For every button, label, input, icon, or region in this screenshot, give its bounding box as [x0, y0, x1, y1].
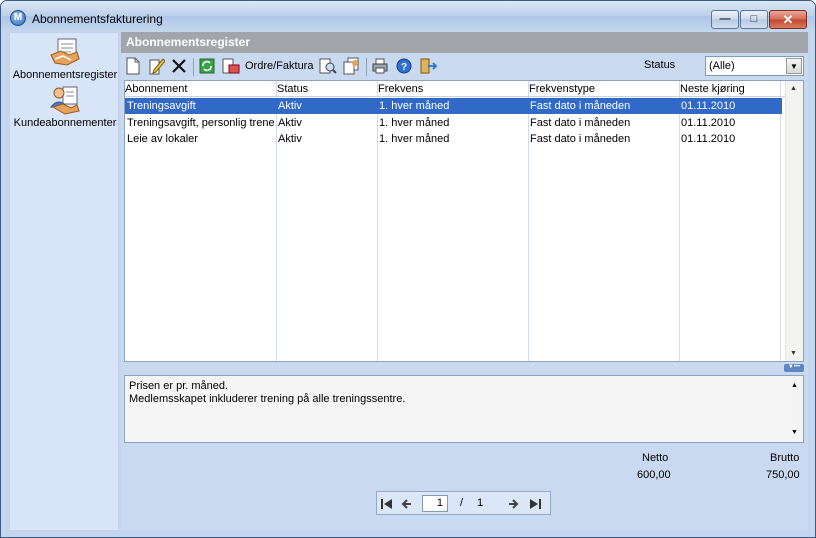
cell-frekvenstype: Fast dato i måneden	[530, 100, 631, 112]
toolbar-separator	[193, 58, 194, 76]
column-header-neste-kjoring[interactable]: Neste kjøring	[680, 83, 745, 95]
edit-icon	[149, 58, 165, 75]
page-total: 1	[477, 497, 484, 509]
grid-header: Abonnement Status Frekvens Frekvenstype …	[125, 81, 786, 97]
sidebar-item-label: Abonnementsregister	[12, 69, 118, 81]
scroll-down-icon[interactable]: ▼	[790, 350, 797, 357]
toolbar: Ordre/Faktura ? Status (Alle) ▼	[121, 54, 808, 79]
cell-abonnement: Treningsavgift, personlig trener	[127, 117, 275, 129]
exit-door-icon	[420, 58, 437, 74]
toolbar-separator	[366, 58, 367, 76]
page-number-input[interactable]: 1	[422, 495, 448, 512]
close-icon: ✕	[782, 12, 794, 27]
status-filter-label: Status	[644, 59, 676, 71]
edit-button[interactable]	[149, 57, 165, 77]
subscription-grid: Abonnement Status Frekvens Frekvenstype …	[124, 80, 804, 362]
status-filter-select[interactable]: (Alle) ▼	[705, 56, 804, 76]
cell-abonnement: Treningsavgift	[127, 100, 196, 112]
app-logo-icon: M	[10, 10, 26, 26]
delete-icon	[172, 59, 186, 73]
last-page-icon	[530, 499, 541, 509]
cell-status: Aktiv	[278, 133, 302, 145]
previous-page-icon	[401, 499, 411, 509]
title-bar[interactable]: M Abonnementsfakturering — □ ✕	[1, 1, 815, 31]
svg-text:?: ?	[401, 62, 407, 73]
preview-icon	[319, 58, 337, 74]
grid-scrollbar[interactable]: ▲ ▼	[785, 81, 803, 361]
help-button[interactable]: ?	[396, 57, 412, 77]
app-window: M Abonnementsfakturering — □ ✕ Abonnemen…	[0, 0, 816, 538]
notes-line: Prisen er pr. måned.	[129, 380, 229, 392]
brutto-label: Brutto	[770, 452, 800, 464]
column-header-abonnement[interactable]: Abonnement	[125, 83, 187, 95]
brutto-value: 750,00	[766, 469, 800, 481]
print-button[interactable]	[372, 57, 388, 77]
close-button[interactable]: ✕	[769, 10, 807, 29]
previous-page-button[interactable]	[399, 496, 415, 512]
notes-box[interactable]: Prisen er pr. måned. Medlemsskapet inklu…	[124, 375, 804, 443]
cell-frekvenstype: Fast dato i måneden	[530, 133, 631, 145]
cell-status: Aktiv	[278, 117, 302, 129]
main-panel: Abonnementsregister Ordre/Faktura ? Stat…	[121, 32, 808, 531]
cell-abonnement: Leie av lokaler	[127, 133, 198, 145]
cell-frekvens: 1. hver måned	[379, 100, 450, 112]
scroll-down-icon[interactable]: ▼	[791, 426, 798, 439]
scroll-up-icon[interactable]: ▲	[790, 85, 797, 92]
first-page-button[interactable]	[379, 496, 395, 512]
splitter-handle[interactable]: ▼•••	[784, 364, 804, 372]
maximize-icon: □	[750, 13, 758, 25]
cell-frekvens: 1. hver måned	[379, 133, 450, 145]
pager: 1 / 1	[376, 491, 551, 515]
cell-neste-kjoring: 01.11.2010	[681, 100, 736, 112]
first-page-icon	[381, 499, 392, 509]
help-icon: ?	[396, 58, 412, 74]
new-button[interactable]	[125, 57, 141, 77]
table-row[interactable]: Treningsavgift, personlig trener Aktiv 1…	[125, 115, 782, 131]
scroll-up-icon[interactable]: ▲	[791, 379, 798, 392]
chevron-down-icon[interactable]: ▼	[786, 58, 802, 74]
refresh-icon	[199, 58, 215, 74]
delete-button[interactable]	[171, 57, 187, 77]
notes-line: Medlemsskapet inkluderer trening på alle…	[129, 393, 406, 405]
column-header-frekvens[interactable]: Frekvens	[378, 83, 423, 95]
minimize-icon: —	[719, 13, 731, 25]
status-filter-value: (Alle)	[709, 60, 735, 72]
sidebar: Abonnementsregister Kundeabonnementer	[9, 32, 119, 531]
netto-label: Netto	[642, 452, 669, 464]
sidebar-item-label: Kundeabonnementer	[13, 117, 117, 129]
next-page-button[interactable]	[505, 496, 521, 512]
page-separator: /	[460, 497, 464, 509]
window-title: Abonnementsfakturering	[32, 12, 163, 26]
next-page-icon	[509, 499, 519, 509]
print-icon	[372, 58, 388, 74]
new-document-icon	[126, 57, 140, 75]
exit-button[interactable]	[419, 57, 437, 77]
refresh-button[interactable]	[199, 57, 215, 77]
customer-subscriptions-icon	[49, 86, 80, 115]
column-header-frekvenstype[interactable]: Frekvenstype	[529, 83, 595, 95]
last-page-button[interactable]	[527, 496, 543, 512]
order-invoice-icon-button[interactable]	[222, 57, 240, 77]
sidebar-item-abonnementsregister[interactable]: Abonnementsregister	[10, 37, 120, 81]
table-row[interactable]: Leie av lokaler Aktiv 1. hver måned Fast…	[125, 131, 782, 147]
panel-title: Abonnementsregister	[121, 32, 808, 53]
netto-value: 600,00	[637, 469, 671, 481]
table-row[interactable]: Treningsavgift Aktiv 1. hver måned Fast …	[125, 98, 782, 114]
cell-frekvens: 1. hver måned	[379, 117, 450, 129]
column-header-status[interactable]: Status	[277, 83, 308, 95]
cell-frekvenstype: Fast dato i måneden	[530, 117, 631, 129]
cell-neste-kjoring: 01.11.2010	[681, 133, 736, 145]
minimize-button[interactable]: —	[711, 10, 739, 29]
cell-status: Aktiv	[278, 100, 302, 112]
order-invoice-button[interactable]: Ordre/Faktura	[245, 60, 313, 72]
maximize-button[interactable]: □	[740, 10, 768, 29]
preview-button[interactable]	[319, 57, 337, 77]
cell-neste-kjoring: 01.11.2010	[681, 117, 736, 129]
order-invoice-icon	[222, 58, 240, 74]
register-icon	[50, 38, 80, 66]
copy-subscription-button[interactable]	[343, 57, 361, 77]
notes-scrollbar[interactable]: ▲ ▼	[786, 376, 803, 442]
sidebar-item-kundeabonnementer[interactable]: Kundeabonnementer	[10, 85, 120, 129]
copy-document-icon	[343, 57, 359, 75]
